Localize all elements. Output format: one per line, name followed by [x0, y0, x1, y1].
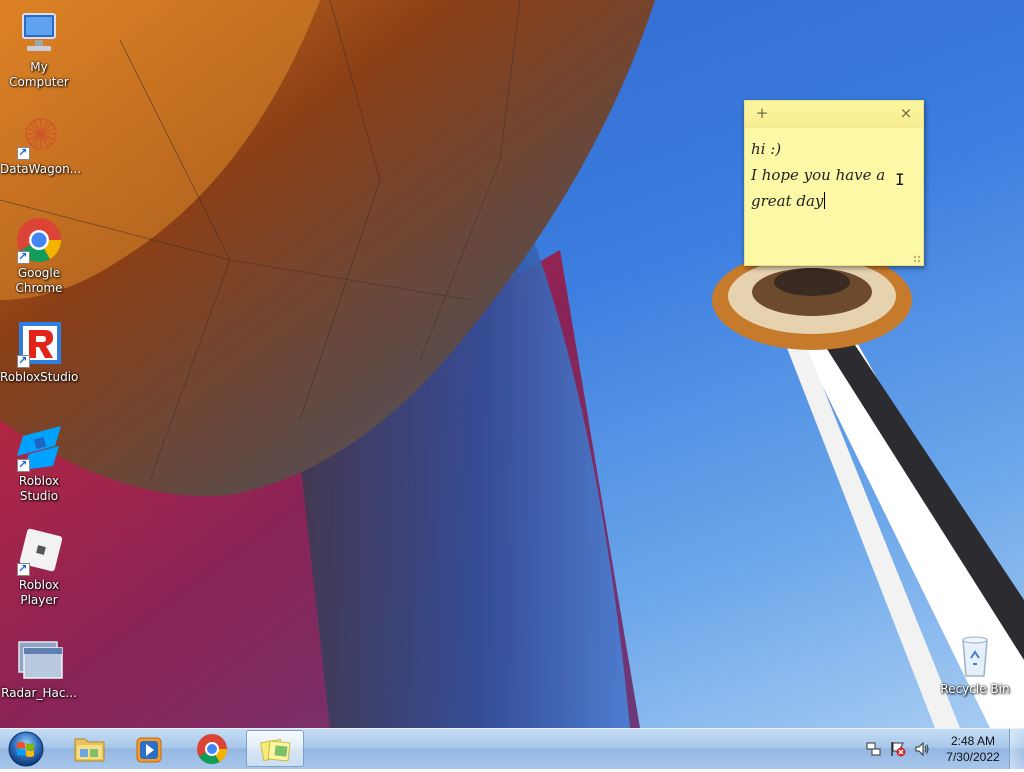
volume-icon[interactable] — [914, 741, 930, 757]
taskbar-media-player[interactable] — [120, 730, 178, 767]
taskbar-file-explorer[interactable] — [60, 730, 118, 767]
desktop-icon-label: DataWagon... — [0, 162, 82, 176]
desktop-icon-label: Radar_Hac... — [1, 686, 77, 700]
clock-time: 2:48 AM — [950, 734, 996, 748]
datawagon-icon — [15, 112, 63, 160]
windows-start-icon — [8, 731, 44, 767]
shortcut-arrow-icon — [17, 561, 30, 576]
media-player-icon — [136, 737, 162, 763]
shortcut-arrow-icon — [17, 353, 30, 368]
desktop-icon-recycle-bin[interactable]: Recycle Bin — [936, 632, 1014, 697]
desktop-icon-label: My Computer — [9, 60, 69, 89]
text-caret — [824, 192, 826, 209]
roblox-studio-old-icon — [15, 320, 63, 368]
roblox-studio-icon — [15, 424, 63, 472]
system-clock[interactable]: 2:48 AM 7/30/2022 — [936, 733, 1010, 765]
desktop-icon-label: RobloxStudio — [0, 370, 79, 384]
resize-grip[interactable] — [913, 255, 921, 263]
ibeam-cursor-icon: I — [895, 170, 905, 189]
start-button[interactable] — [4, 730, 48, 768]
note-line: hi :) — [751, 140, 782, 158]
close-note-button[interactable]: × — [897, 104, 915, 122]
taskbar-chrome[interactable] — [183, 730, 241, 767]
shortcut-arrow-icon — [17, 145, 30, 160]
desktop-icon-roblox-player[interactable]: Roblox Player — [0, 528, 78, 608]
chrome-icon — [197, 734, 227, 765]
show-desktop-button[interactable] — [1009, 729, 1024, 769]
action-center-icon[interactable] — [890, 741, 906, 757]
taskbar-sticky-notes[interactable] — [246, 730, 304, 767]
desktop-icon-label: Google Chrome — [15, 266, 63, 295]
taskbar: 2:48 AM 7/30/2022 — [0, 728, 1024, 769]
desktop-icon-datawagon[interactable]: DataWagon... — [0, 112, 82, 177]
window-app-icon — [15, 636, 63, 684]
shortcut-arrow-icon — [17, 457, 30, 472]
desktop-icon-my-computer[interactable]: My Computer — [0, 10, 78, 90]
roblox-player-icon — [15, 528, 63, 576]
desktop-icon-radar-hac[interactable]: Radar_Hac... — [0, 636, 78, 701]
desktop-icon-label: Roblox Player — [18, 578, 60, 607]
desktop-icon-robloxstudio[interactable]: RobloxStudio — [0, 320, 78, 385]
desktop-icon-roblox-studio[interactable]: Roblox Studio — [0, 424, 78, 504]
clock-date: 7/30/2022 — [946, 750, 1000, 764]
desktop-icon-label: Recycle Bin — [940, 682, 1010, 696]
sticky-notes-icon — [260, 738, 291, 762]
sticky-note-titlebar[interactable]: + × — [745, 101, 923, 128]
desktop[interactable]: My Computer DataWagon... — [0, 0, 1024, 728]
shortcut-arrow-icon — [17, 249, 30, 264]
note-line: great day — [751, 192, 824, 210]
desktop-icon-google-chrome[interactable]: Google Chrome — [0, 216, 78, 296]
chrome-icon — [15, 216, 63, 264]
recycle-bin-icon — [951, 632, 999, 680]
add-note-button[interactable]: + — [753, 104, 771, 122]
note-line: I hope you have a — [751, 166, 886, 184]
network-icon[interactable] — [866, 741, 882, 757]
desktop-icon-label: Roblox Studio — [18, 474, 60, 503]
folder-icon — [74, 738, 105, 762]
computer-icon — [15, 10, 63, 58]
